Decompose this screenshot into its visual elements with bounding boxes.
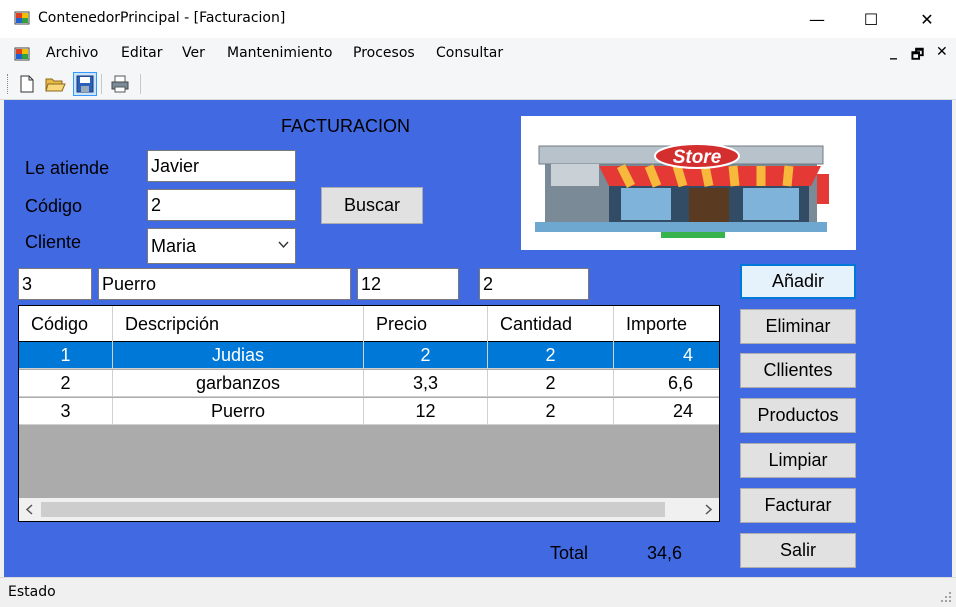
menu-mantenimiento[interactable]: Mantenimiento xyxy=(227,45,332,61)
cell-precio[interactable]: 3,3 xyxy=(364,370,488,397)
table-row[interactable]: 2 garbanzos 3,3 2 6,6 xyxy=(19,370,719,397)
total-label: Total xyxy=(550,543,589,563)
maximize-button[interactable]: ☐ xyxy=(848,0,894,38)
store-image: Store xyxy=(521,116,856,250)
new-icon[interactable] xyxy=(16,73,38,95)
table-row[interactable]: 1 Judias 2 2 4 xyxy=(19,342,719,369)
mdi-minimize-button[interactable]: _ xyxy=(890,44,897,60)
status-bar xyxy=(0,577,956,607)
form-title: FACTURACION xyxy=(281,116,411,136)
menu-consultar[interactable]: Consultar xyxy=(436,45,503,61)
minimize-button[interactable]: — xyxy=(794,0,840,38)
resize-grip-icon[interactable] xyxy=(938,589,952,603)
facturar-button[interactable]: Facturar xyxy=(740,488,856,523)
le-atiende-input[interactable]: Javier xyxy=(147,150,296,182)
column-header-importe[interactable]: Importe xyxy=(614,306,719,342)
toolbar-separator xyxy=(140,74,141,94)
scrollbar-thumb[interactable] xyxy=(41,502,665,517)
linea-cantidad-input[interactable]: 2 xyxy=(479,268,589,300)
limpiar-button[interactable]: Limpiar xyxy=(740,443,856,478)
le-atiende-label: Le atiende xyxy=(25,158,110,178)
window-title: ContenedorPrincipal - [Facturacion] xyxy=(38,10,286,26)
cell-cantidad[interactable]: 2 xyxy=(488,370,614,397)
cell-precio[interactable]: 12 xyxy=(364,398,488,425)
toolbar-separator xyxy=(101,74,102,94)
print-icon[interactable] xyxy=(109,73,131,95)
cell-importe[interactable]: 24 xyxy=(614,398,719,425)
salir-button[interactable]: Salir xyxy=(740,533,856,568)
codigo-label: Código xyxy=(25,196,83,216)
cell-descripcion[interactable]: garbanzos xyxy=(113,370,364,397)
clientes-button[interactable]: Cllientes xyxy=(740,353,856,388)
cell-descripcion[interactable]: Puerro xyxy=(113,398,364,425)
linea-descripcion-input[interactable]: Puerro xyxy=(98,268,351,300)
toolbar-grip[interactable] xyxy=(7,74,10,94)
close-button[interactable]: ✕ xyxy=(904,0,950,38)
cliente-select[interactable]: Maria xyxy=(147,228,296,264)
chevron-right-icon[interactable] xyxy=(703,504,713,515)
total-value: 34,6 xyxy=(647,543,683,563)
menu-ver[interactable]: Ver xyxy=(182,45,205,61)
mdi-child-icon[interactable] xyxy=(14,46,30,62)
menu-archivo[interactable]: Archivo xyxy=(46,45,98,61)
save-icon[interactable] xyxy=(73,72,97,96)
column-header-codigo[interactable]: Código xyxy=(19,306,113,342)
store-icon: Store xyxy=(535,143,829,238)
status-text: Estado xyxy=(8,584,56,600)
linea-codigo-input[interactable]: 3 xyxy=(18,268,92,300)
cell-cantidad[interactable]: 2 xyxy=(488,398,614,425)
cell-cantidad[interactable]: 2 xyxy=(488,342,614,369)
column-header-precio[interactable]: Precio xyxy=(364,306,488,342)
cell-descripcion[interactable]: Judias xyxy=(113,342,364,369)
grid-header: Código Descripción Precio Cantidad Impor… xyxy=(19,306,719,342)
cell-importe[interactable]: 6,6 xyxy=(614,370,719,397)
buscar-button[interactable]: Buscar xyxy=(321,187,423,224)
open-icon[interactable] xyxy=(44,73,66,95)
anadir-button[interactable]: Añadir xyxy=(740,264,856,299)
cliente-select-value: Maria xyxy=(151,236,197,256)
mdi-close-button[interactable]: ✕ xyxy=(936,44,948,60)
cell-codigo[interactable]: 1 xyxy=(19,342,113,369)
mdi-restore-button[interactable]: 🗗 xyxy=(911,44,924,68)
codigo-input[interactable]: 2 xyxy=(147,189,296,221)
menu-procesos[interactable]: Procesos xyxy=(353,45,415,61)
column-header-cantidad[interactable]: Cantidad xyxy=(488,306,614,342)
invoice-grid[interactable]: Código Descripción Precio Cantidad Impor… xyxy=(18,305,720,522)
cell-importe[interactable]: 4 xyxy=(614,342,719,369)
cliente-label: Cliente xyxy=(25,232,82,252)
menu-editar[interactable]: Editar xyxy=(121,45,162,61)
cell-codigo[interactable]: 2 xyxy=(19,370,113,397)
store-sign-text: Store xyxy=(673,147,722,168)
app-icon xyxy=(14,11,30,25)
horizontal-scrollbar[interactable] xyxy=(19,498,719,521)
cell-precio[interactable]: 2 xyxy=(364,342,488,369)
chevron-down-icon[interactable] xyxy=(278,241,289,249)
toolbar xyxy=(0,68,956,100)
table-row[interactable]: 3 Puerro 12 2 24 xyxy=(19,398,719,425)
column-header-descripcion[interactable]: Descripción xyxy=(113,306,364,342)
chevron-left-icon[interactable] xyxy=(25,504,35,515)
eliminar-button[interactable]: Eliminar xyxy=(740,309,856,344)
productos-button[interactable]: Productos xyxy=(740,398,856,433)
cell-codigo[interactable]: 3 xyxy=(19,398,113,425)
linea-precio-input[interactable]: 12 xyxy=(357,268,459,300)
